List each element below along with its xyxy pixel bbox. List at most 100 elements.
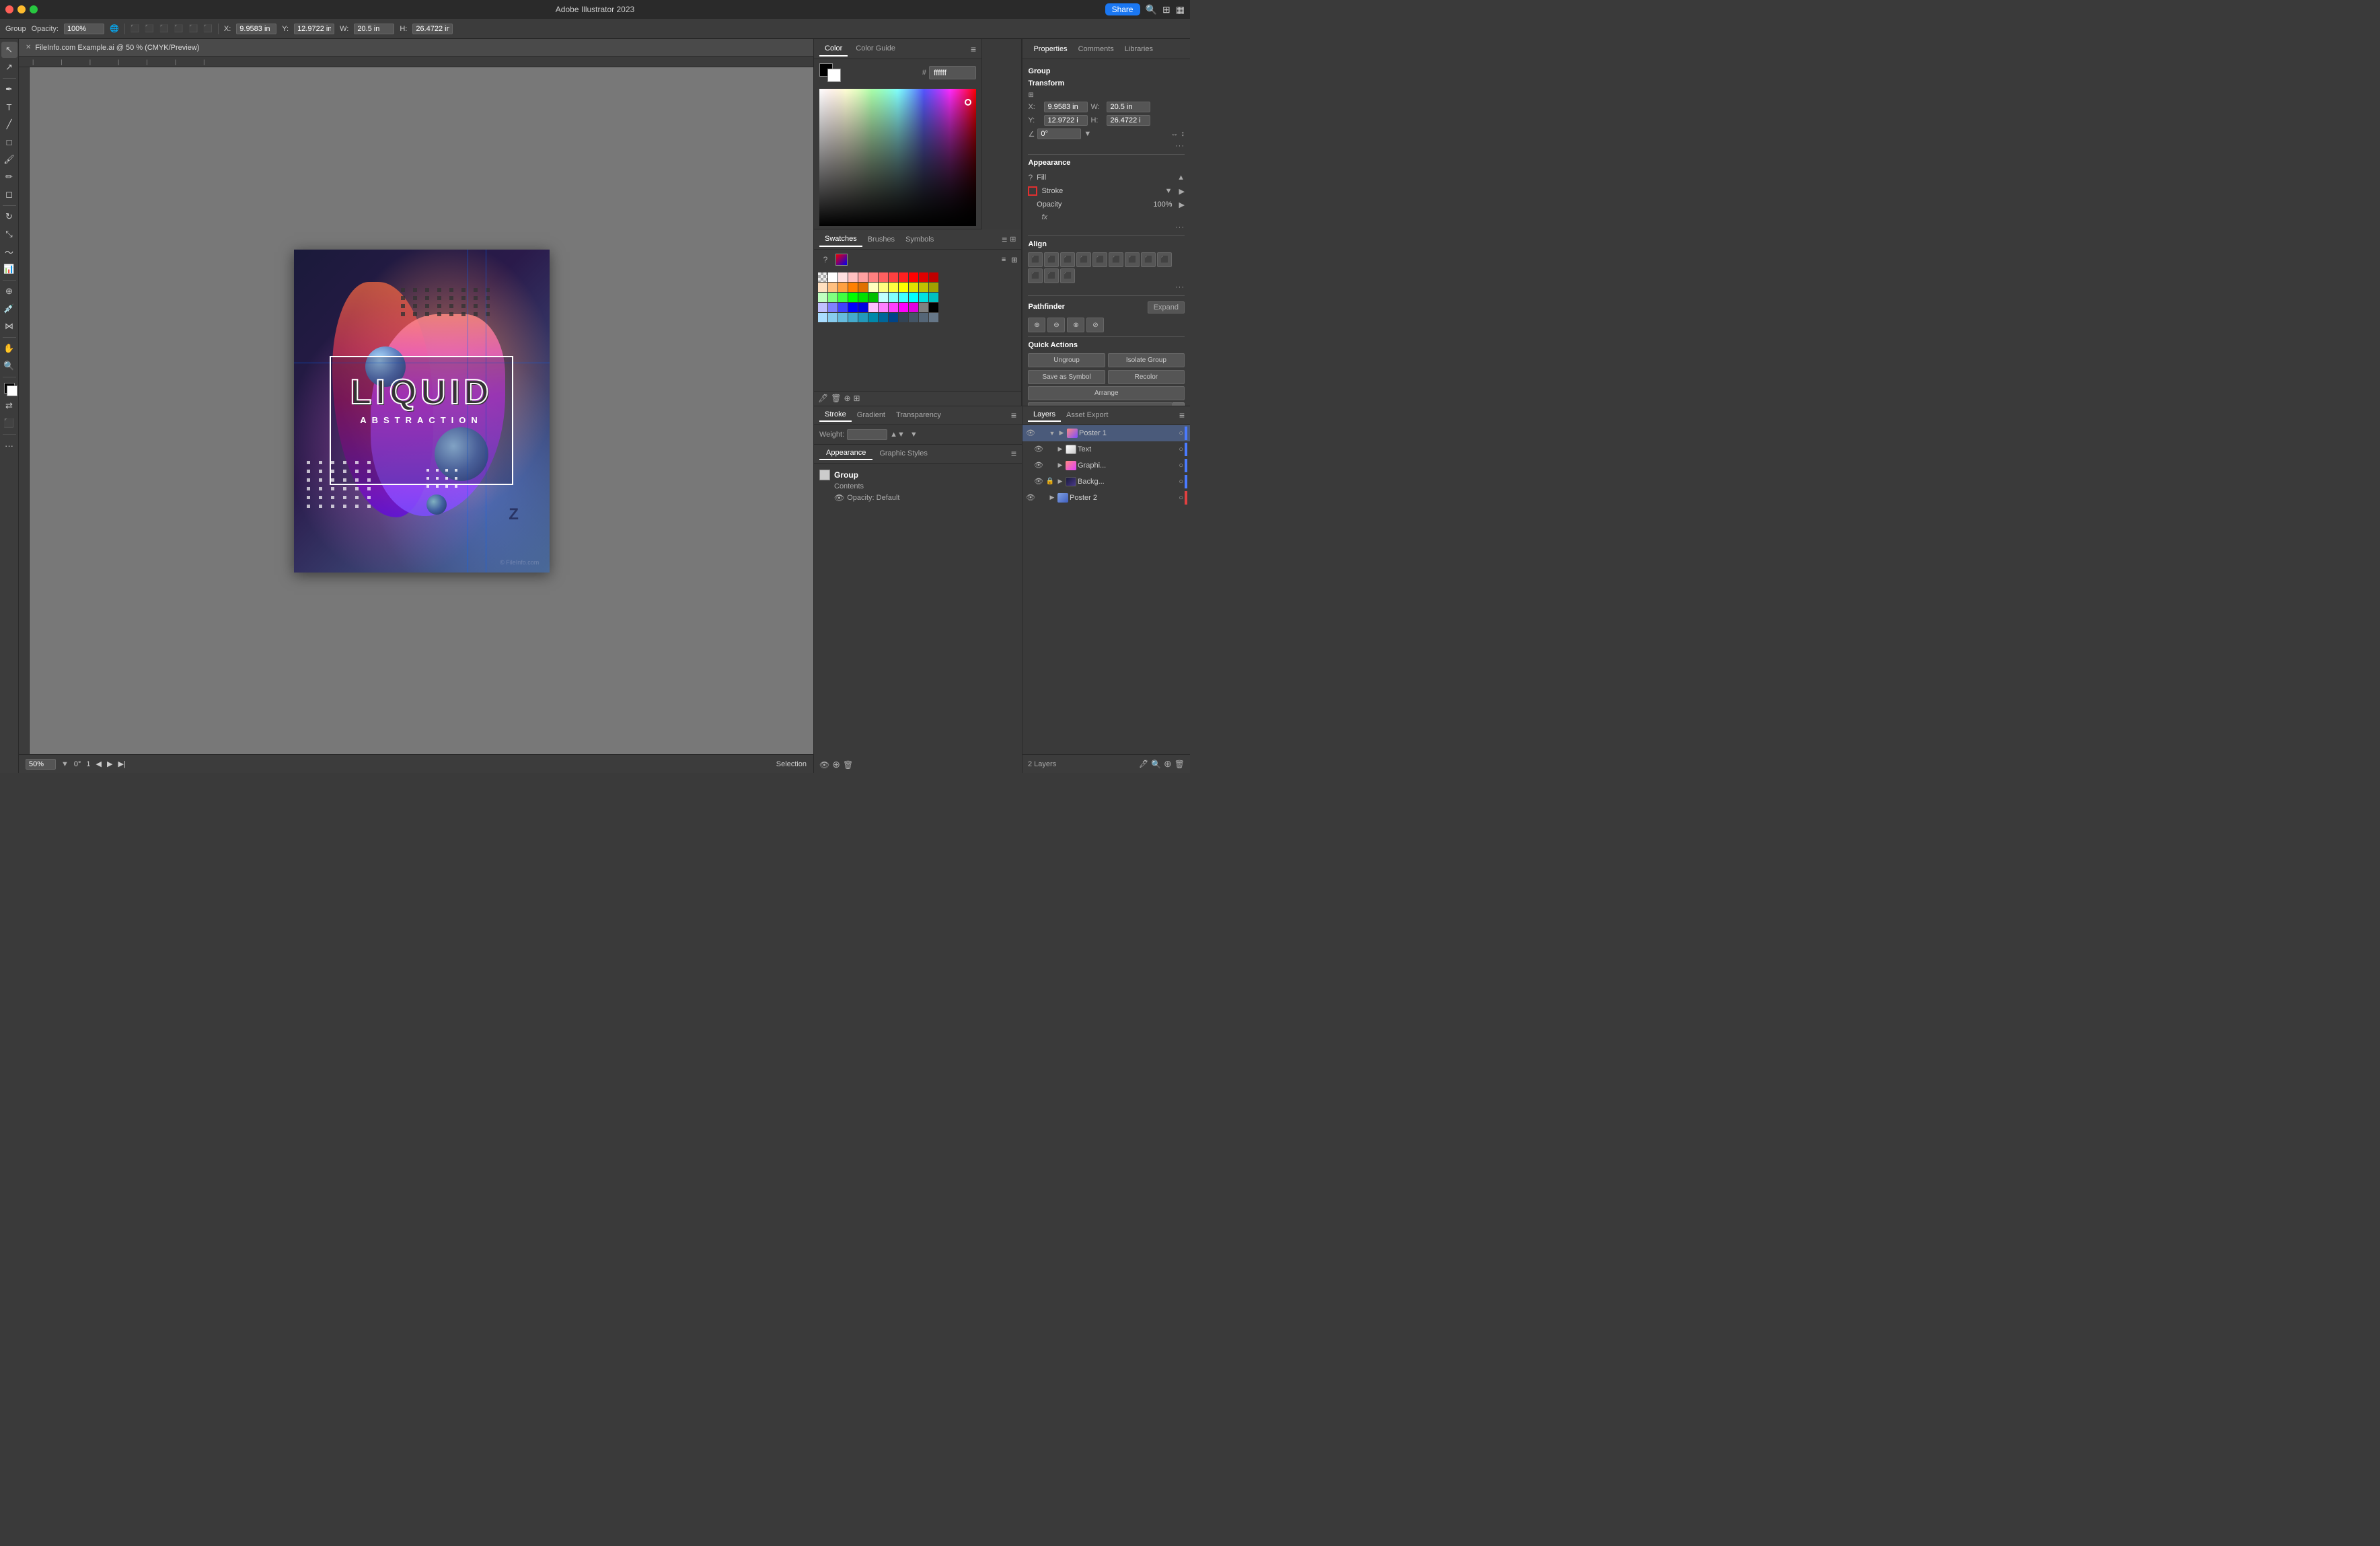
new-layer-icon[interactable]: 🖊	[1139, 760, 1148, 768]
align-more-icon[interactable]: ···	[1028, 283, 1185, 291]
eyedropper-tool[interactable]: 💉	[1, 301, 17, 317]
close-button[interactable]	[5, 5, 13, 13]
align-right-btn[interactable]: ⬛	[1060, 252, 1075, 267]
symbol-tool[interactable]: ⊕	[1, 283, 17, 299]
swatch-cell[interactable]	[818, 283, 827, 292]
swatch-cell[interactable]	[848, 303, 858, 312]
swatch-cell[interactable]	[838, 293, 848, 302]
align-middle-icon[interactable]: ⬛	[188, 24, 198, 33]
start-global-edit-dropdown[interactable]: ▼	[1173, 402, 1185, 406]
new-swatch-icon[interactable]: 🖊	[818, 394, 828, 403]
swatch-cell[interactable]	[868, 272, 878, 282]
hand-tool[interactable]: ✋	[1, 340, 17, 357]
swatch-cell[interactable]	[889, 283, 898, 292]
tab-transparency[interactable]: Transparency	[891, 409, 946, 421]
type-tool[interactable]: T	[1, 99, 17, 115]
stroke-more-icon[interactable]: ▶	[1179, 187, 1185, 196]
expand-background[interactable]: ▶	[1056, 478, 1064, 485]
eye-background[interactable]: 👁	[1033, 476, 1044, 487]
distribute-v2-btn[interactable]: ⬛	[1028, 268, 1043, 283]
swatch-cell[interactable]	[858, 313, 868, 322]
swatch-cell[interactable]	[838, 272, 848, 282]
y-prop-input[interactable]	[1044, 115, 1088, 126]
add-layer-icon[interactable]: ⊕	[1164, 758, 1172, 770]
appearance-menu-icon[interactable]: ≡	[1011, 448, 1016, 459]
swatch-cell[interactable]	[868, 283, 878, 292]
swatches-grid-icon[interactable]: ⊞	[1010, 235, 1016, 244]
canvas-container[interactable]: |||||||	[19, 57, 813, 754]
opacity-input[interactable]	[64, 24, 104, 34]
expand-poster-2[interactable]: ▶	[1048, 494, 1056, 501]
blend-tool[interactable]: ⋈	[1, 318, 17, 334]
target-poster-2[interactable]: ○	[1179, 494, 1183, 502]
align-center-h-btn[interactable]: ⬛	[1044, 252, 1059, 267]
flip-icon[interactable]: ↕	[1181, 130, 1185, 138]
swatch-black[interactable]	[929, 303, 938, 312]
swatch-cell[interactable]	[838, 313, 848, 322]
swatch-cell[interactable]	[919, 303, 928, 312]
swatch-cell[interactable]	[899, 293, 908, 302]
swatch-cell[interactable]	[929, 272, 938, 282]
swatch-cell[interactable]	[868, 313, 878, 322]
swatch-cell[interactable]	[909, 303, 918, 312]
distribute-h-btn[interactable]: ⬛	[1125, 252, 1140, 267]
swatch-cell[interactable]	[899, 272, 908, 282]
zoom-chevron[interactable]: ▼	[61, 760, 69, 768]
swatch-grid-view-icon[interactable]: ⊞	[1011, 256, 1017, 264]
ungroup-button[interactable]: Ungroup	[1028, 353, 1105, 367]
swatch-cell[interactable]	[929, 293, 938, 302]
swatch-cell[interactable]	[868, 293, 878, 302]
tab-color[interactable]: Color	[819, 42, 848, 57]
tab-color-guide[interactable]: Color Guide	[850, 42, 901, 57]
swatch-cell[interactable]	[909, 293, 918, 302]
document-tab[interactable]: ✕ FileInfo.com Example.ai @ 50 % (CMYK/P…	[19, 39, 813, 57]
globe-icon[interactable]: 🌐	[110, 24, 119, 33]
swatch-cell[interactable]	[848, 283, 858, 292]
swatch-cell[interactable]	[818, 303, 827, 312]
traffic-lights[interactable]	[5, 5, 38, 13]
swatch-cell[interactable]	[838, 283, 848, 292]
arrange-button[interactable]: Arrange	[1028, 386, 1185, 400]
tab-comments[interactable]: Comments	[1073, 42, 1119, 56]
fill-question-icon[interactable]: ?	[1028, 173, 1033, 182]
transform-more-icon[interactable]: ···	[1028, 142, 1185, 150]
swatch-cell[interactable]	[889, 272, 898, 282]
tab-properties[interactable]: Properties	[1028, 42, 1072, 56]
target-graphic[interactable]: ○	[1179, 462, 1183, 470]
eye-poster-2[interactable]: 👁	[1025, 492, 1036, 503]
lock-background[interactable]: 🔒	[1045, 477, 1055, 486]
swatch-cell[interactable]	[919, 313, 928, 322]
maximize-button[interactable]	[30, 5, 38, 13]
swatch-cell[interactable]	[879, 272, 888, 282]
intersect-btn[interactable]: ⊗	[1067, 318, 1084, 332]
expand-poster-1[interactable]: ▼	[1048, 430, 1056, 437]
group-color-swatch[interactable]	[819, 470, 830, 480]
tab-asset-export[interactable]: Asset Export	[1061, 409, 1113, 421]
expand-button[interactable]: Expand	[1148, 301, 1185, 314]
tab-graphic-styles[interactable]: Graphic Styles	[872, 447, 934, 459]
opacity-value[interactable]: 100%	[1153, 200, 1172, 209]
del-swatch-icon[interactable]: 🗑	[831, 394, 841, 403]
swatch-preview[interactable]	[835, 254, 848, 266]
swatch-cell[interactable]	[909, 283, 918, 292]
color-panel-menu-icon[interactable]: ≡	[971, 44, 976, 54]
swatch-color-icon[interactable]: ⊕	[844, 394, 850, 403]
stroke-expand-arrow[interactable]: ▼	[1165, 187, 1173, 195]
swatch-cell[interactable]	[899, 303, 908, 312]
zoom-tool[interactable]: 🔍	[1, 358, 17, 374]
swatch-list-icon[interactable]: ≡	[1002, 256, 1006, 264]
align-bottom-icon[interactable]: ⬛	[203, 24, 213, 33]
swatch-cell[interactable]	[919, 283, 928, 292]
swatch-cell[interactable]	[818, 293, 827, 302]
swatch-cell[interactable]	[919, 293, 928, 302]
target-background[interactable]: ○	[1179, 478, 1183, 486]
swatch-cell[interactable]	[899, 313, 908, 322]
w-prop-input[interactable]	[1107, 102, 1150, 112]
tab-swatches[interactable]: Swatches	[819, 232, 862, 247]
layer-graphic[interactable]: 👁 ▶ Graphi... ○	[1022, 457, 1190, 474]
align-top-icon[interactable]: ⬛	[174, 24, 184, 33]
x-input[interactable]	[236, 24, 276, 34]
layers-menu-icon[interactable]: ≡	[1179, 410, 1185, 420]
tab-stroke[interactable]: Stroke	[819, 408, 852, 422]
lock-poster-2[interactable]	[1037, 493, 1047, 503]
